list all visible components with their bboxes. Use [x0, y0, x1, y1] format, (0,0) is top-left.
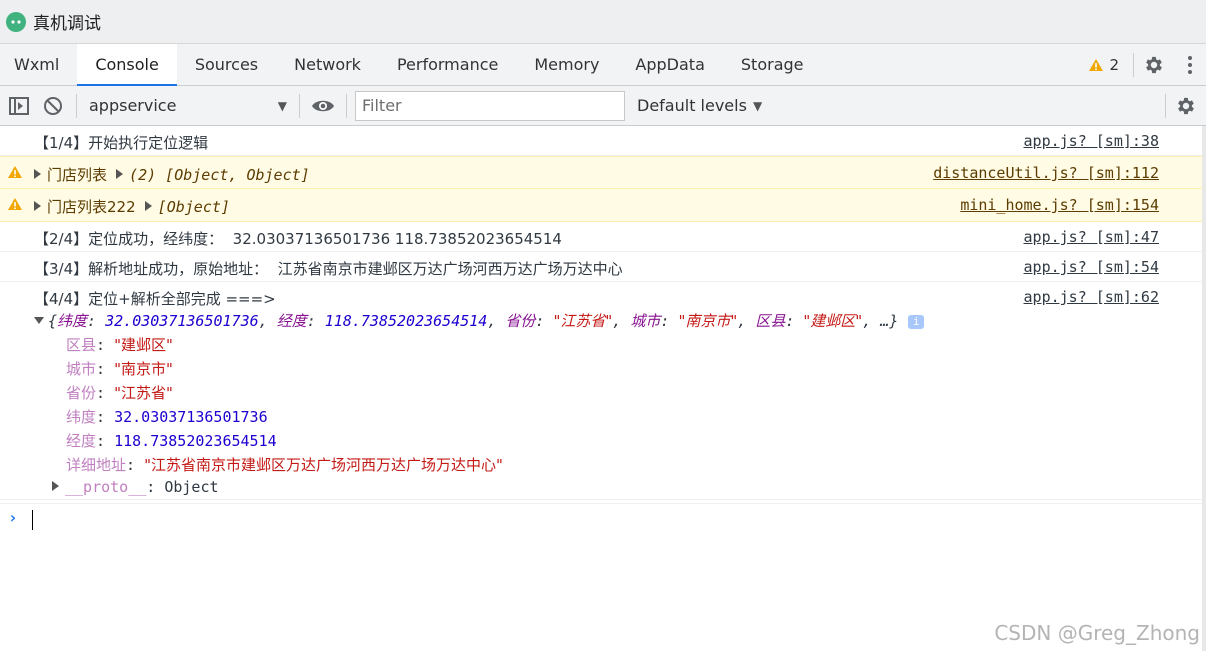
- panel-edge: [1202, 126, 1206, 651]
- gear-icon: [1146, 56, 1162, 74]
- collapse-arrow-icon[interactable]: [34, 317, 44, 324]
- tab-appdata[interactable]: AppData: [617, 44, 722, 85]
- window-title: 真机调试: [33, 14, 101, 34]
- message-source-link[interactable]: app.js? [sm]:47: [1024, 228, 1159, 246]
- clear-console-icon: [44, 96, 62, 115]
- warning-label: 门店列表222: [47, 198, 136, 216]
- message-source-link[interactable]: app.js? [sm]:54: [1024, 258, 1159, 276]
- more-options-button[interactable]: [1174, 44, 1206, 86]
- mini-program-icon: [6, 11, 26, 32]
- warning-label: 门店列表: [47, 166, 108, 184]
- message-text: 【2/4】定位成功，经纬度： 32.03037136501736 118.738…: [34, 230, 562, 248]
- sidebar-toggle-icon: [9, 96, 29, 115]
- object-property: 区县: "建邺区": [66, 336, 173, 354]
- prompt-chevron-icon: ›: [8, 508, 18, 527]
- console-message: 【3/4】解析地址成功，原始地址： 江苏省南京市建邺区万达广场河西万达广场万达中…: [0, 252, 1202, 282]
- separator: [346, 93, 347, 118]
- context-label: appservice: [89, 96, 177, 115]
- expand-arrow-icon[interactable]: [116, 169, 124, 179]
- clear-console-button[interactable]: [36, 86, 70, 126]
- chevron-down-icon: ▼: [752, 98, 763, 113]
- tab-network[interactable]: Network: [276, 44, 379, 85]
- tab-storage[interactable]: Storage: [723, 44, 822, 85]
- console-warning: 门店列表222 [Object] mini_home.js? [sm]:154: [0, 189, 1202, 222]
- warnings-counter[interactable]: 2: [1088, 56, 1119, 74]
- console-toolbar: appservice ▼ Default levels ▼: [0, 86, 1206, 126]
- gear-icon: [1178, 97, 1194, 115]
- settings-button[interactable]: [1134, 44, 1174, 86]
- kebab-menu-icon: [1188, 56, 1192, 74]
- watermark: CSDN @Greg_Zhong: [994, 621, 1200, 645]
- expand-arrow-icon[interactable]: [34, 201, 41, 211]
- expand-arrow-icon[interactable]: [144, 201, 152, 211]
- message-text: 【4/4】定位+解析全部完成 ===>: [34, 290, 276, 308]
- message-source-link[interactable]: mini_home.js? [sm]:154: [960, 196, 1159, 214]
- expand-arrow-icon[interactable]: [34, 169, 41, 179]
- console-message: 【1/4】开始执行定位逻辑 app.js? [sm]:38: [0, 126, 1202, 156]
- object-summary[interactable]: {纬度: 32.03037136501736, 经度: 118.73852023…: [34, 310, 925, 331]
- tab-performance[interactable]: Performance: [379, 44, 516, 85]
- warning-value[interactable]: [Object]: [158, 198, 230, 216]
- tab-wxml[interactable]: Wxml: [0, 44, 77, 85]
- log-levels-label: Default levels: [637, 96, 747, 115]
- tab-sources[interactable]: Sources: [177, 44, 276, 85]
- expand-arrow-icon[interactable]: [52, 481, 59, 491]
- tab-memory[interactable]: Memory: [516, 44, 617, 85]
- warning-content: 门店列表 (2) [Object, Object]: [34, 164, 310, 185]
- devtools-tab-bar: Wxml Console Sources Network Performance…: [0, 44, 1206, 86]
- warning-content: 门店列表222 [Object]: [34, 196, 230, 217]
- log-levels-dropdown[interactable]: Default levels ▼: [637, 96, 762, 115]
- object-proto[interactable]: __proto__: Object: [52, 478, 219, 496]
- object-property: 详细地址: "江苏省南京市建邺区万达广场河西万达广场万达中心": [66, 456, 503, 474]
- separator: [299, 93, 300, 118]
- title-bar: 真机调试: [0, 0, 1206, 44]
- message-source-link[interactable]: app.js? [sm]:38: [1024, 132, 1159, 150]
- console-prompt[interactable]: ›: [0, 503, 1202, 535]
- object-property: 城市: "南京市": [66, 360, 173, 378]
- info-icon[interactable]: i: [908, 315, 925, 329]
- eye-icon: [312, 100, 334, 111]
- console-message-object: 【4/4】定位+解析全部完成 ===> app.js? [sm]:62 {纬度:…: [0, 282, 1202, 500]
- context-selector[interactable]: appservice ▼: [83, 92, 293, 120]
- separator: [76, 93, 77, 118]
- object-property: 经度: 118.73852023654514: [66, 432, 277, 450]
- warning-value[interactable]: (2) [Object, Object]: [129, 166, 310, 184]
- message-source-link[interactable]: distanceUtil.js? [sm]:112: [933, 164, 1159, 182]
- object-property: 省份: "江苏省": [66, 384, 173, 402]
- message-text: 【1/4】开始执行定位逻辑: [34, 134, 209, 152]
- toggle-sidebar-button[interactable]: [2, 86, 36, 126]
- object-property: 纬度: 32.03037136501736: [66, 408, 268, 426]
- console-warning: 门店列表 (2) [Object, Object] distanceUtil.j…: [0, 156, 1202, 189]
- warnings-count: 2: [1109, 56, 1119, 74]
- message-text: 【3/4】解析地址成功，原始地址： 江苏省南京市建邺区万达广场河西万达广场万达中…: [34, 260, 623, 278]
- tab-console[interactable]: Console: [77, 44, 177, 86]
- filter-input[interactable]: [355, 90, 625, 121]
- warning-icon: [8, 198, 22, 210]
- console-message: 【2/4】定位成功，经纬度： 32.03037136501736 118.738…: [0, 222, 1202, 252]
- warning-icon: [8, 166, 22, 178]
- console-settings-button[interactable]: [1166, 86, 1206, 126]
- text-caret: [32, 510, 33, 530]
- live-expression-button[interactable]: [306, 86, 340, 126]
- message-source-link[interactable]: app.js? [sm]:62: [1024, 288, 1159, 306]
- warning-icon: [1089, 59, 1104, 71]
- chevron-down-icon: ▼: [277, 98, 287, 113]
- console-output: 【1/4】开始执行定位逻辑 app.js? [sm]:38 门店列表 (2) […: [0, 126, 1202, 500]
